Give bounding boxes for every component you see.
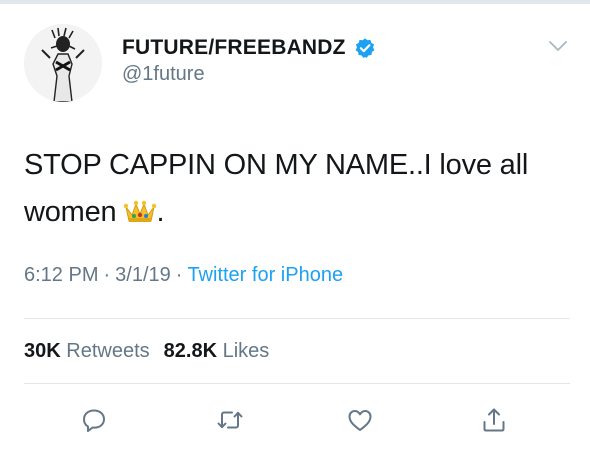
likes-count: 82.8K <box>163 340 218 362</box>
crown-emoji-icon <box>123 192 157 222</box>
meta-separator: · <box>103 264 111 286</box>
tweet-text-tail: . <box>156 196 165 228</box>
display-name[interactable]: FUTURE/FREEBANDZ <box>122 36 346 60</box>
tweet-meta: 6:12 PM · 3/1/19 · Twitter for iPhone <box>24 264 343 287</box>
tweet-actions <box>0 400 590 440</box>
retweet-button[interactable] <box>210 400 250 440</box>
reply-button[interactable] <box>74 400 114 440</box>
tweet-time[interactable]: 6:12 PM <box>24 264 98 286</box>
retweets-count: 30K <box>24 340 61 362</box>
author-name-row: FUTURE/FREEBANDZ <box>122 33 376 63</box>
meta-separator: · <box>175 264 183 286</box>
tweet-card: FUTURE/FREEBANDZ @1future STOP CAPPIN ON… <box>0 0 590 458</box>
tweet-stats: 30K Retweets 82.8K Likes <box>24 340 269 363</box>
reply-icon <box>83 409 105 432</box>
tweet-source-link[interactable]: Twitter for iPhone <box>187 264 343 286</box>
tweet-text: STOP CAPPIN ON MY NAME..I love all women… <box>24 142 569 236</box>
retweet-icon <box>217 411 243 429</box>
verified-badge-icon <box>354 37 376 59</box>
share-button[interactable] <box>474 400 514 440</box>
avatar[interactable] <box>24 24 102 102</box>
tweet-text-body: STOP CAPPIN ON MY NAME..I love all women <box>24 149 529 228</box>
heart-icon <box>348 410 372 431</box>
retweets-stat[interactable]: 30K Retweets <box>24 340 150 362</box>
avatar-image <box>24 24 102 102</box>
handle[interactable]: @1future <box>122 63 205 86</box>
likes-label: Likes <box>222 340 270 362</box>
share-icon <box>483 408 505 432</box>
tweet-date[interactable]: 3/1/19 <box>115 264 171 286</box>
like-button[interactable] <box>340 400 380 440</box>
divider <box>24 383 570 384</box>
chevron-down-icon[interactable] <box>548 38 568 54</box>
retweets-label: Retweets <box>66 340 150 362</box>
likes-stat[interactable]: 82.8K Likes <box>164 340 270 362</box>
divider <box>24 318 570 319</box>
